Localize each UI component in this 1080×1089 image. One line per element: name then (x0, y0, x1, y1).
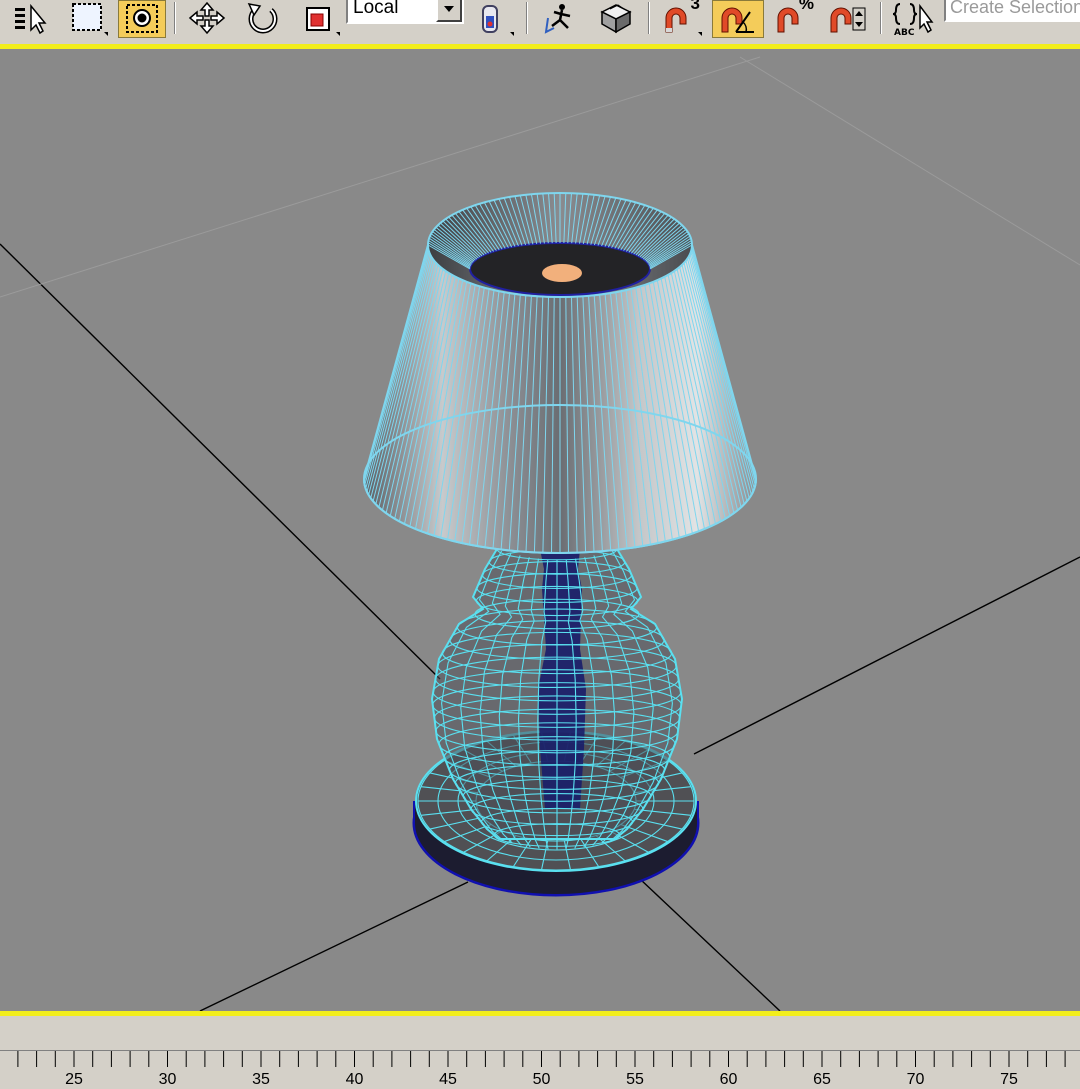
ruler-frame-label: 35 (252, 1071, 270, 1088)
ruler-frame-label: 75 (1000, 1071, 1018, 1088)
select-by-name-button[interactable] (8, 0, 54, 38)
toolbar-separator (526, 2, 528, 34)
main-toolbar: Local 3 % ABC Create Selection (0, 0, 1080, 44)
select-manipulate-button[interactable] (536, 0, 584, 38)
percent-snap-toggle-button[interactable]: % (768, 0, 816, 38)
edit-named-selection-button[interactable]: ABC (888, 0, 938, 38)
track-bar-ruler[interactable]: 25 30 35 40 45 50 55 60 65 70 75 (0, 1050, 1080, 1088)
viewport-canvas[interactable] (0, 49, 1080, 1011)
ruler-frame-label: 45 (439, 1071, 457, 1088)
reference-coordinate-system-dropdown[interactable]: Local (346, 0, 464, 24)
edit-named-selection-icon: ABC (892, 3, 934, 36)
window-crossing-button[interactable] (118, 0, 166, 38)
toolbar-separator (880, 2, 882, 34)
keyboard-shortcut-override-button[interactable] (592, 0, 640, 38)
time-slider-track[interactable] (0, 1016, 1080, 1050)
flyout-indicator (104, 32, 108, 36)
ruler-frame-label: 40 (345, 1071, 364, 1088)
chevron-down-icon[interactable] (436, 0, 462, 22)
move-icon (188, 2, 226, 35)
flyout-indicator (698, 32, 702, 36)
select-manipulate-icon (544, 4, 571, 34)
named-selection-set-field[interactable]: Create Selection Set (944, 0, 1080, 22)
window-crossing-icon (126, 4, 158, 33)
ruler-frame-label: 60 (719, 1071, 738, 1088)
ruler-frame-label: 55 (626, 1071, 644, 1088)
lampshade (362, 192, 758, 554)
ruler-frame-label: 30 (158, 1071, 177, 1088)
spinner-snap-toggle-icon (830, 7, 866, 33)
keyboard-shortcut-override-icon (600, 4, 632, 34)
use-pivot-center-icon (482, 5, 498, 33)
angle-snap-toggle-icon (721, 7, 754, 33)
select-by-name-icon (15, 3, 47, 35)
rotate-icon (247, 3, 278, 34)
flyout-indicator (510, 32, 514, 36)
ruler-frame-label: 25 (65, 1071, 83, 1088)
coordinate-system-value: Local (353, 0, 399, 18)
snaps-toggle-button[interactable]: 3 (656, 0, 704, 38)
ruler-frame-label: 70 (906, 1071, 925, 1088)
toolbar-separator (648, 2, 650, 34)
ruler-frame-label: 65 (813, 1071, 831, 1088)
move-button[interactable] (184, 0, 230, 38)
svg-text:ABC: ABC (894, 28, 915, 36)
ruler-frame-label: 50 (532, 1071, 551, 1088)
perspective-viewport[interactable] (0, 44, 1080, 1016)
vase-body (430, 537, 684, 850)
toolbar-separator (174, 2, 176, 34)
named-selection-placeholder: Create Selection Set (950, 0, 1080, 17)
vase-wireframe (432, 537, 682, 850)
rectangular-selection-icon (72, 3, 102, 31)
scale-icon (306, 7, 330, 31)
use-pivot-center-button[interactable] (470, 0, 516, 38)
table-lamp-model[interactable] (362, 192, 758, 897)
snap-dimension-badge: 3 (690, 0, 700, 13)
flyout-indicator (336, 32, 340, 36)
rotate-button[interactable] (240, 0, 286, 38)
spinner-snap-toggle-button[interactable] (822, 0, 872, 38)
rectangular-selection-button[interactable] (64, 0, 110, 38)
percent-snap-badge: % (798, 0, 814, 13)
angle-snap-toggle-button[interactable] (712, 0, 764, 38)
scale-button[interactable] (296, 0, 342, 38)
